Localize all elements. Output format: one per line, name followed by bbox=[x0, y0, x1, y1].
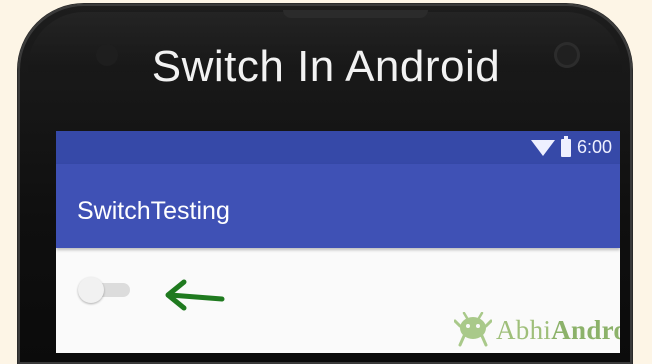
watermark-logo: AbhiAndroid bbox=[454, 312, 620, 348]
android-bug-icon bbox=[454, 312, 492, 347]
left-arrow-icon bbox=[165, 279, 225, 311]
watermark-text: AbhiAndroid bbox=[496, 315, 620, 346]
device-screen: 6:00 SwitchTesting AbhiAndr bbox=[56, 131, 620, 353]
wifi-icon bbox=[530, 139, 555, 156]
page-headline: Switch In Android bbox=[151, 42, 501, 91]
main-content: AbhiAndroid bbox=[56, 248, 620, 353]
watermark-accent: Android bbox=[551, 314, 620, 345]
toggle-switch[interactable] bbox=[78, 277, 131, 303]
app-title: SwitchTesting bbox=[77, 197, 230, 225]
phone-speaker bbox=[283, 10, 428, 18]
switch-thumb bbox=[78, 277, 104, 303]
battery-icon bbox=[560, 135, 571, 157]
watermark-main: Abhi bbox=[496, 314, 552, 345]
status-time: 6:00 bbox=[576, 137, 612, 157]
app-bar: SwitchTesting bbox=[56, 164, 620, 248]
status-indicators: 6:00 bbox=[530, 135, 612, 158]
status-bar: 6:00 bbox=[56, 131, 620, 164]
